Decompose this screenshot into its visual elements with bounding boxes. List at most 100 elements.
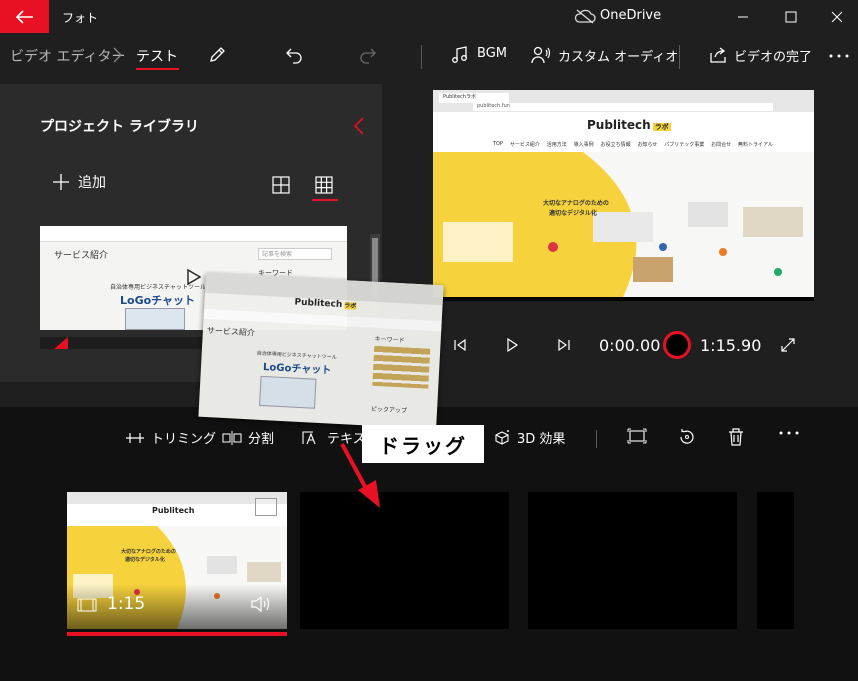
- export-icon: [710, 47, 726, 63]
- trim-label: トリミング: [151, 432, 217, 447]
- minimize-button[interactable]: [720, 0, 766, 33]
- add-media-button[interactable]: 追加: [52, 172, 106, 192]
- custom-audio-button[interactable]: カスタム オーディオ: [558, 46, 678, 65]
- 3d-effects-icon: [495, 429, 509, 445]
- video-preview[interactable]: Publitechラボ publitech.fun Publitech ラボ TO…: [433, 90, 814, 301]
- drag-card-section: サービス紹介: [206, 326, 256, 338]
- project-name-underline: [136, 68, 179, 70]
- seek-thumb[interactable]: [663, 331, 691, 359]
- back-arrow-icon: [15, 9, 33, 24]
- maximize-button[interactable]: [768, 0, 814, 33]
- photos-video-editor: フォト OneDrive ビデオ エディター テスト BGM カスタム オーディ…: [0, 0, 858, 681]
- large-grid-view-icon[interactable]: [272, 176, 290, 194]
- preview-nav-item: 導入事例: [573, 142, 594, 148]
- 3d-effects-button[interactable]: 3D 効果: [493, 428, 565, 447]
- clip-brand: Publitech: [152, 506, 195, 515]
- person-audio-icon: [531, 46, 551, 64]
- next-frame-icon: [558, 338, 570, 352]
- trash-icon: [729, 428, 743, 446]
- previous-frame-button[interactable]: [448, 333, 472, 357]
- collapse-library-icon[interactable]: [352, 116, 366, 136]
- drag-card-brand: Publitech ラボ: [294, 297, 357, 311]
- play-button[interactable]: [500, 333, 524, 357]
- play-icon[interactable]: [186, 268, 202, 286]
- preview-nav-item: お問合せ: [711, 142, 732, 148]
- bgm-button[interactable]: BGM: [477, 46, 507, 61]
- preview-nav-item: 無料トライアル: [738, 142, 773, 148]
- small-grid-view-icon[interactable]: [315, 176, 333, 194]
- rotate-button[interactable]: [677, 428, 697, 446]
- more-options-button[interactable]: [828, 42, 850, 62]
- thumb-nav-bar: [40, 226, 347, 242]
- clip-checkbox[interactable]: [255, 498, 277, 516]
- add-label: 追加: [78, 175, 106, 191]
- editor-toolbar: ビデオ エディター テスト BGM カスタム オーディオ ビデオの完了: [0, 33, 858, 83]
- storyboard-more-button[interactable]: [778, 428, 800, 438]
- resize-button[interactable]: [627, 428, 647, 444]
- rename-button[interactable]: [205, 43, 229, 67]
- back-button[interactable]: [0, 0, 49, 33]
- preview-brand-text: Publitech: [587, 118, 651, 132]
- play-icon: [507, 338, 519, 352]
- undo-button[interactable]: [282, 43, 306, 67]
- drag-card-brand-tag: ラボ: [343, 302, 357, 310]
- storyboard-clip-placeholder-2[interactable]: [300, 492, 509, 629]
- text-icon: [302, 430, 316, 444]
- dragged-clip-thumbnail[interactable]: Publitech ラボ サービス紹介 自治体専用ビジネスチャットツール LoGo…: [198, 272, 444, 430]
- breadcrumb-video-editor[interactable]: ビデオ エディター: [10, 46, 125, 66]
- storyboard-divider: [596, 430, 597, 448]
- bgm-icon-wrap[interactable]: [448, 43, 472, 67]
- onedrive-offline-icon[interactable]: [574, 8, 596, 24]
- clip-hero-line2: 適切なデジタル化: [125, 557, 165, 563]
- close-button[interactable]: [814, 0, 858, 33]
- maximize-icon: [785, 11, 797, 22]
- current-time: 0:00.00: [599, 336, 661, 355]
- trim-button[interactable]: トリミング: [125, 428, 216, 447]
- undo-icon: [286, 48, 302, 64]
- drag-card-brand-text: Publitech: [294, 297, 343, 311]
- minimize-icon: [738, 16, 748, 17]
- storyboard-clip-placeholder-4[interactable]: [757, 492, 794, 629]
- preview-nav-item: お知らせ: [637, 142, 658, 148]
- drag-card-laptop: [259, 375, 317, 409]
- selected-clip-indicator: [67, 632, 287, 636]
- clip-duration: 1:15: [107, 594, 146, 614]
- more-dots-icon: [829, 54, 849, 58]
- preview-tab: Publitechラボ: [439, 93, 509, 103]
- split-button[interactable]: 分割: [222, 428, 274, 447]
- toolbar-divider: [679, 45, 680, 69]
- thumb-laptop-image: [125, 308, 185, 330]
- custom-audio-icon-wrap[interactable]: [529, 43, 553, 67]
- playback-controls: 0:00.00 1:15.90: [433, 325, 814, 365]
- preview-hero-line2: 適切なデジタル化: [549, 210, 597, 217]
- previous-frame-icon: [454, 338, 466, 352]
- drag-card-keyword: キーワード: [374, 335, 405, 345]
- thumb-product: LoGoチャット: [120, 294, 196, 307]
- total-time: 1:15.90: [700, 336, 762, 355]
- fullscreen-button[interactable]: [776, 333, 800, 357]
- storyboard-clip-placeholder-3[interactable]: [528, 492, 737, 629]
- clip-hero-line1: 大切なアナログのための: [121, 549, 176, 555]
- plus-icon: [53, 174, 69, 190]
- preview-nav-item: TOP: [493, 141, 504, 147]
- finish-video-button[interactable]: ビデオの完了: [734, 46, 812, 65]
- delete-button[interactable]: [728, 428, 744, 446]
- drag-arrow-icon: [340, 443, 380, 508]
- rotate-icon: [680, 429, 694, 444]
- project-name[interactable]: テスト: [136, 46, 178, 66]
- preview-nav-item: サービス紹介: [509, 142, 540, 148]
- finish-video-icon-wrap[interactable]: [706, 43, 730, 67]
- preview-url: publitech.fun: [473, 103, 773, 111]
- thumb-search-box: 記事を検索: [258, 248, 332, 260]
- close-icon: [831, 11, 843, 22]
- next-frame-button[interactable]: [552, 333, 576, 357]
- storyboard-clip-1[interactable]: Publitech 大切なアナログのための 適切なデジタル化 1:15: [67, 492, 287, 629]
- redo-button[interactable]: [356, 43, 380, 67]
- video-clip-icon: [77, 598, 97, 612]
- volume-icon[interactable]: [250, 595, 272, 613]
- split-icon: [222, 430, 242, 445]
- drag-card-product: LoGoチャット: [262, 361, 332, 377]
- preview-brand-tag: ラボ: [652, 123, 671, 131]
- more-dots-icon: [779, 431, 799, 435]
- selected-view-indicator: [312, 199, 338, 201]
